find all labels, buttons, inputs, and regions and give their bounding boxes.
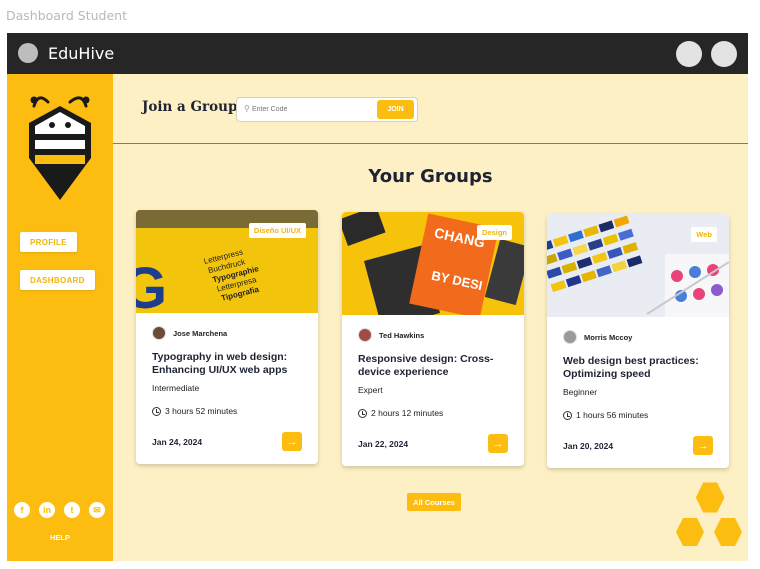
card-tag: Diseño UI/UX: [248, 223, 306, 238]
card-level: Intermediate: [152, 383, 200, 393]
card-image-typography: G Letterpress Buchdruck Typographie Lett…: [136, 210, 318, 313]
avatar: [358, 328, 372, 342]
sidebar: PROFILE DASHBOARD f in t ✉ HELP: [7, 74, 113, 561]
open-card-button[interactable]: →: [488, 434, 508, 453]
author-name: Ted Hawkins: [379, 330, 425, 340]
join-code-box: ⚲ JOIN: [236, 97, 418, 122]
avatar: [563, 330, 577, 344]
card-tag: Web: [691, 227, 717, 242]
duration-text: 3 hours 52 minutes: [165, 406, 238, 416]
avatar: [152, 326, 166, 340]
email-icon[interactable]: ✉: [89, 502, 105, 518]
card-title: Typography in web design: Enhancing UI/U…: [152, 351, 288, 377]
all-courses-button[interactable]: All Courses: [407, 493, 461, 511]
card-author: Morris Mccoy: [563, 330, 632, 344]
app-window: EduHive PROFILE DASHBOARD f in t ✉ HELP …: [7, 33, 748, 561]
notifications-button[interactable]: [676, 41, 702, 67]
app-name: EduHive: [48, 44, 115, 63]
group-card[interactable]: G Letterpress Buchdruck Typographie Lett…: [136, 210, 318, 464]
sidebar-item-profile[interactable]: PROFILE: [20, 232, 77, 252]
clock-icon: [358, 408, 367, 418]
author-name: Morris Mccoy: [584, 332, 633, 342]
card-level: Beginner: [563, 387, 598, 397]
svg-text:G: G: [136, 256, 167, 313]
open-card-button[interactable]: →: [693, 436, 713, 455]
card-image-swatches: Web: [547, 214, 729, 317]
card-author: Jose Marchena: [152, 326, 227, 340]
linkedin-icon[interactable]: in: [39, 502, 55, 518]
card-duration: 2 hours 12 minutes: [358, 408, 443, 418]
join-group-label: Join a Group:: [142, 99, 243, 115]
arrow-right-icon: →: [492, 437, 504, 450]
group-card[interactable]: Web Morris Mccoy Web design best practic…: [547, 214, 729, 468]
card-duration: 3 hours 52 minutes: [152, 406, 237, 416]
arrow-right-icon: →: [697, 439, 709, 452]
card-tag: Design: [476, 225, 512, 240]
card-duration: 1 hours 56 minutes: [563, 410, 648, 420]
user-avatar-button[interactable]: [711, 41, 737, 67]
facebook-icon[interactable]: f: [14, 502, 30, 518]
join-code-input[interactable]: [252, 102, 372, 117]
author-name: Jose Marchena: [173, 328, 228, 338]
duration-text: 1 hours 56 minutes: [576, 410, 649, 420]
group-card[interactable]: CHANG BY DESI Design Ted Hawkins Respons…: [342, 212, 524, 466]
honeycomb-decoration-icon: [676, 482, 742, 546]
open-card-button[interactable]: →: [282, 432, 302, 451]
join-group-row: Join a Group:: [142, 99, 242, 115]
bee-logo-icon: [29, 96, 91, 200]
header-divider: [113, 143, 748, 144]
join-button[interactable]: JOIN: [377, 100, 414, 119]
help-link[interactable]: HELP: [7, 533, 113, 542]
card-title: Web design best practices: Optimizing sp…: [563, 355, 699, 381]
sidebar-item-dashboard[interactable]: DASHBOARD: [20, 270, 95, 290]
card-level: Expert: [358, 385, 383, 395]
card-date: Jan 20, 2024: [563, 441, 614, 451]
card-title: Responsive design: Cross-device experien…: [358, 353, 494, 379]
card-author: Ted Hawkins: [358, 328, 424, 342]
logo-circle-icon: [18, 43, 38, 63]
search-icon: ⚲: [244, 104, 250, 113]
clock-icon: [563, 410, 572, 420]
card-image-responsive: CHANG BY DESI Design: [342, 212, 524, 315]
duration-text: 2 hours 12 minutes: [371, 408, 444, 418]
twitter-icon[interactable]: t: [64, 502, 80, 518]
card-date: Jan 22, 2024: [358, 439, 409, 449]
clock-icon: [152, 406, 161, 416]
card-date: Jan 24, 2024: [152, 437, 203, 447]
your-groups-title: Your Groups: [368, 166, 493, 187]
arrow-right-icon: →: [286, 435, 298, 448]
frame-label: Dashboard Student: [6, 8, 127, 23]
top-bar: EduHive: [7, 33, 748, 74]
